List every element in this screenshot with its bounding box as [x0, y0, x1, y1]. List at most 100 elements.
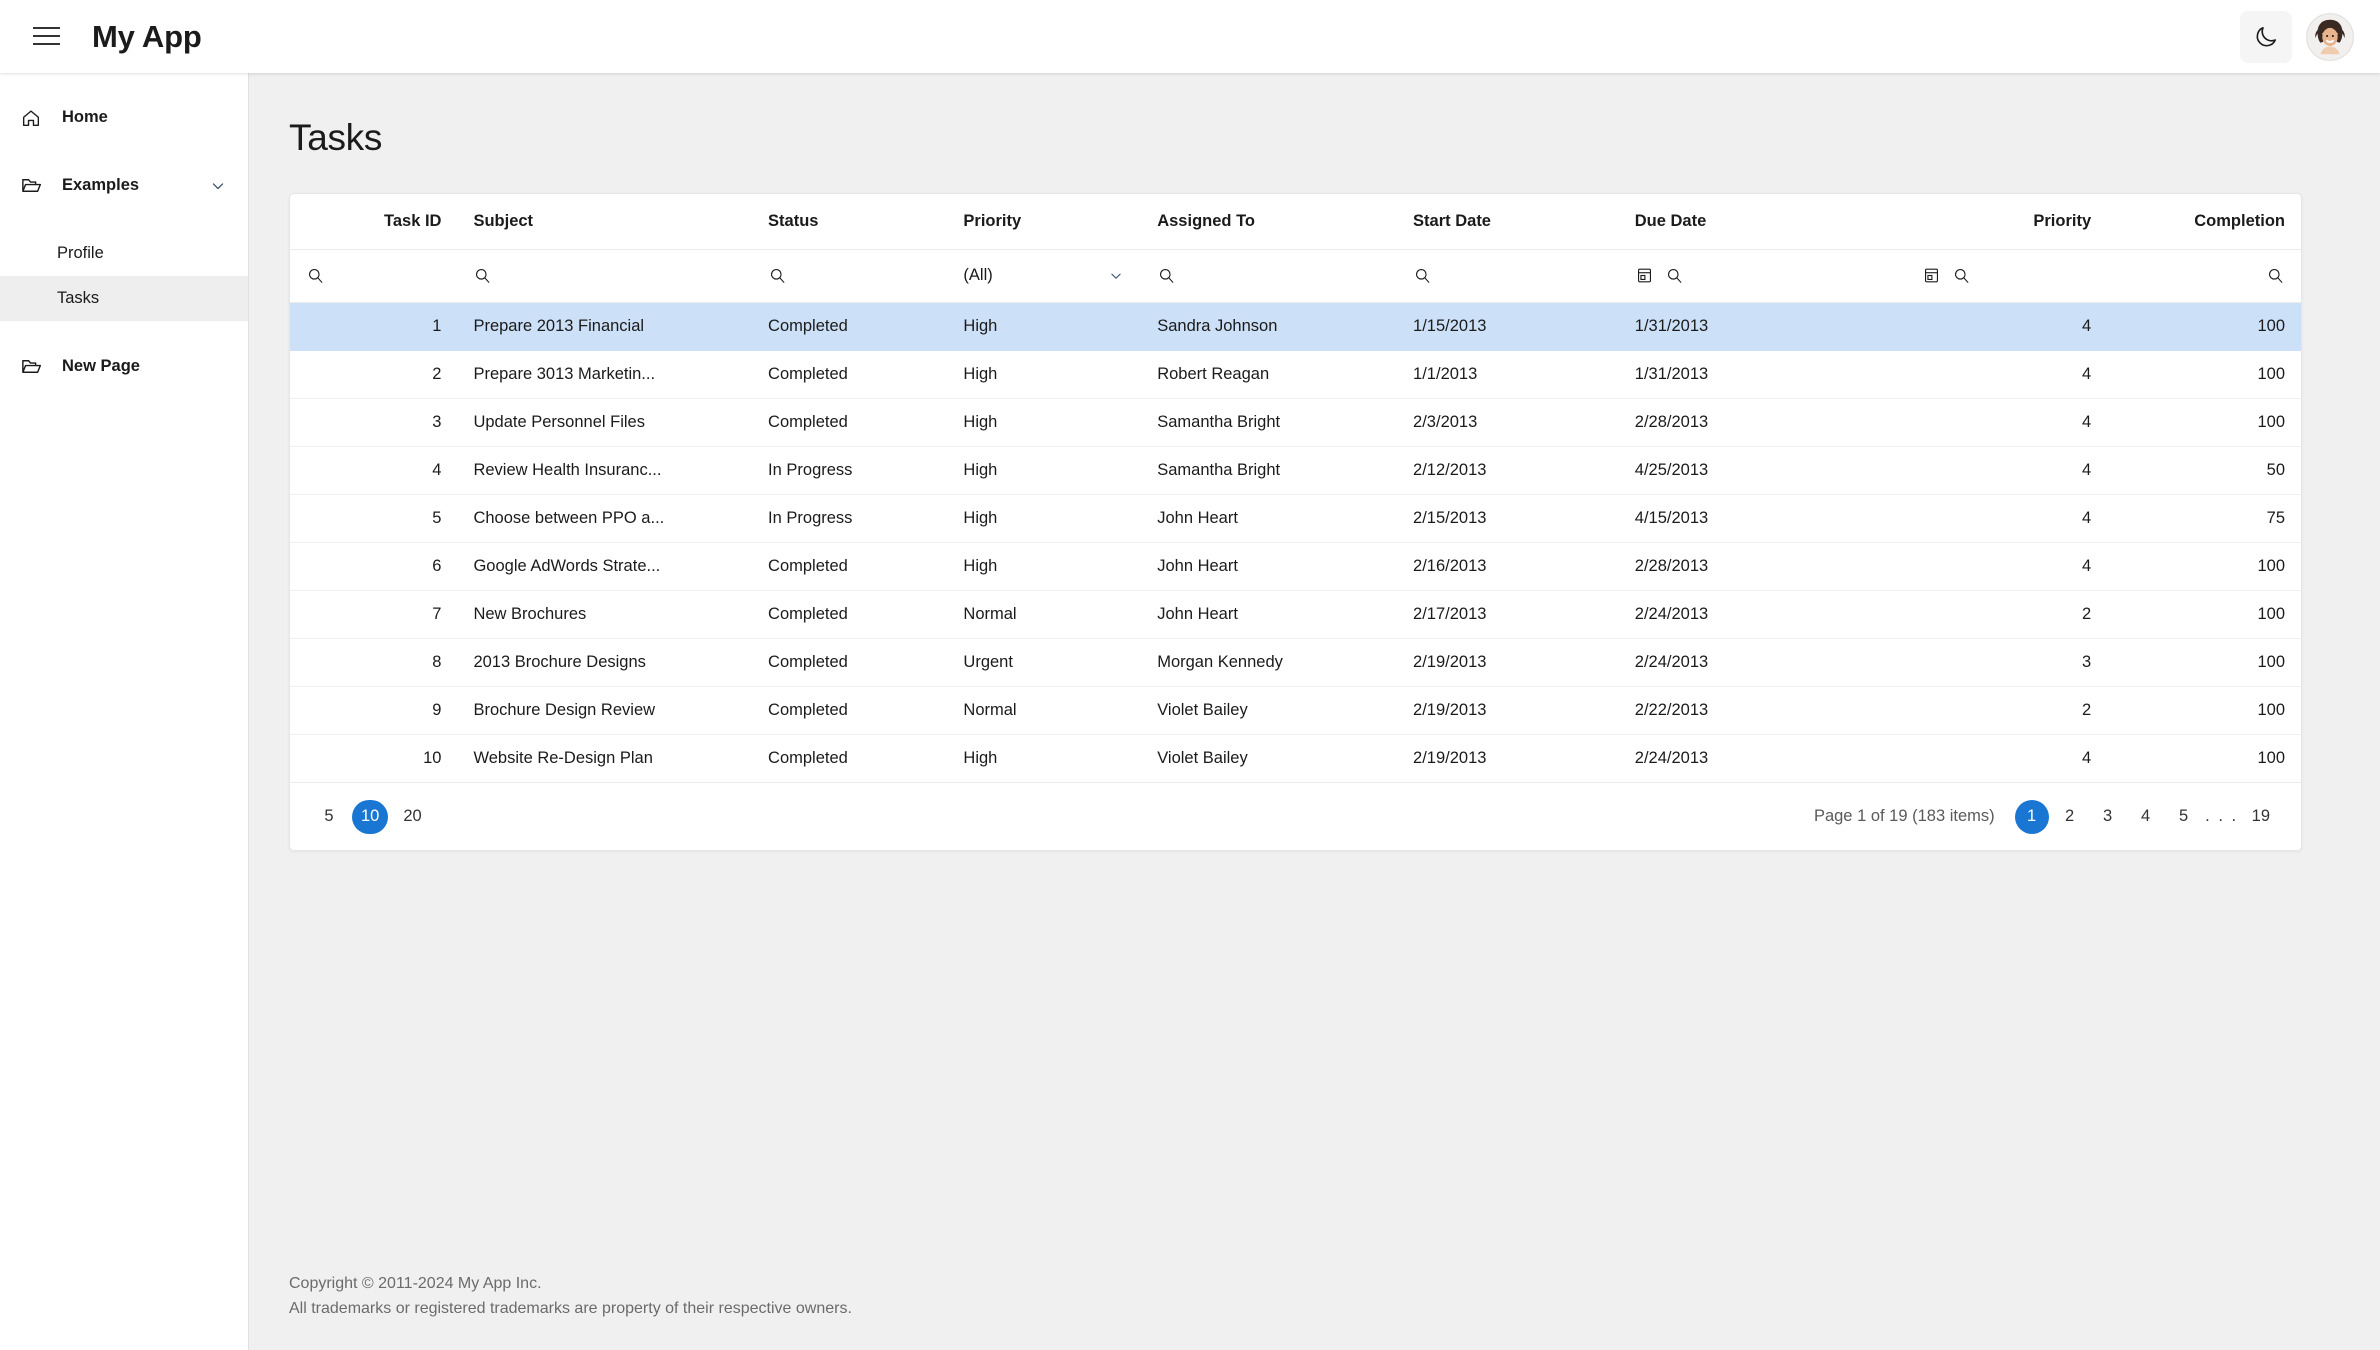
sidebar-item-label: Examples — [62, 176, 140, 194]
cell-task-id: 5 — [290, 494, 458, 543]
column-header-priority-num[interactable]: Priority — [1905, 194, 2108, 250]
page-size-5[interactable]: 5 — [312, 800, 346, 834]
page-number-4[interactable]: 4 — [2129, 800, 2163, 834]
filter-cell-status[interactable] — [752, 249, 948, 303]
grid-header: Task ID Subject Status Priority Assigned… — [290, 194, 2301, 250]
cell-priority: High — [947, 350, 1142, 399]
sidebar-item-profile[interactable]: Profile — [0, 231, 248, 276]
cell-due-date: 2/22/2013 — [1618, 686, 1906, 735]
priority-filter-select[interactable]: (All) — [963, 266, 1125, 285]
cell-status: In Progress — [752, 446, 948, 495]
column-header-task-id[interactable]: Task ID — [290, 194, 458, 250]
cell-task-id: 4 — [290, 446, 458, 495]
column-header-due-date[interactable]: Due Date — [1618, 194, 1906, 250]
sidebar-item-new-page[interactable]: New Page — [0, 344, 248, 389]
chevron-down-icon[interactable] — [208, 176, 228, 196]
page-size-10[interactable]: 10 — [352, 799, 389, 834]
calendar-icon[interactable] — [1635, 266, 1654, 285]
cell-due-date: 2/28/2013 — [1618, 398, 1906, 447]
page-ellipsis[interactable]: . . . — [2205, 800, 2239, 834]
cell-completion: 100 — [2107, 638, 2301, 687]
table-row[interactable]: 6 Google AdWords Strate... Completed Hig… — [290, 542, 2301, 591]
cell-subject: Google AdWords Strate... — [457, 542, 753, 591]
search-icon[interactable] — [768, 266, 787, 285]
app-title: My App — [92, 18, 202, 54]
user-avatar[interactable] — [2306, 12, 2354, 61]
filter-cell-subject[interactable] — [457, 249, 753, 303]
table-row[interactable]: 5 Choose between PPO a... In Progress Hi… — [290, 494, 2301, 543]
page-number-2[interactable]: 2 — [2053, 800, 2087, 834]
table-row[interactable]: 4 Review Health Insuranc... In Progress … — [290, 446, 2301, 495]
cell-priority-num: 4 — [1905, 494, 2108, 543]
table-row[interactable]: 9 Brochure Design Review Completed Norma… — [290, 686, 2301, 735]
search-icon[interactable] — [2266, 266, 2285, 285]
table-row[interactable]: 1 Prepare 2013 Financial Completed High … — [290, 302, 2301, 351]
search-icon[interactable] — [306, 266, 325, 285]
cell-completion: 100 — [2107, 542, 2301, 591]
sidebar-item-label: New Page — [62, 357, 140, 375]
table-row[interactable]: 2 Prepare 3013 Marketin... Completed Hig… — [290, 350, 2301, 399]
table-row[interactable]: 10 Website Re-Design Plan Completed High… — [290, 734, 2301, 782]
cell-priority: Urgent — [947, 638, 1142, 687]
cell-completion: 75 — [2107, 494, 2301, 543]
cell-task-id: 8 — [290, 638, 458, 687]
page-number-3[interactable]: 3 — [2091, 800, 2125, 834]
page-number-1[interactable]: 1 — [2014, 799, 2049, 834]
filter-cell-due-date-picker[interactable] — [1905, 249, 2108, 303]
filter-cell-assigned-to[interactable] — [1141, 249, 1398, 303]
cell-priority: Normal — [947, 686, 1142, 735]
avatar-image — [2307, 13, 2353, 60]
calendar-icon[interactable] — [1922, 266, 1941, 285]
filter-cell-start-date[interactable] — [1397, 249, 1619, 303]
table-row[interactable]: 8 2013 Brochure Designs Completed Urgent… — [290, 638, 2301, 687]
sidebar-item-label: Profile — [57, 244, 104, 262]
search-icon[interactable] — [1157, 266, 1176, 285]
column-header-priority[interactable]: Priority — [947, 194, 1142, 250]
cell-priority: High — [947, 302, 1142, 351]
filter-cell-task-id[interactable] — [290, 249, 458, 303]
hamburger-menu-button[interactable] — [22, 13, 70, 61]
priority-filter-value: (All) — [963, 266, 993, 284]
cell-priority: High — [963, 748, 998, 767]
table-row[interactable]: 3 Update Personnel Files Completed High … — [290, 398, 2301, 447]
search-icon[interactable] — [1952, 266, 1971, 285]
table-row[interactable]: 7 New Brochures Completed Normal John He… — [290, 590, 2301, 639]
page-number-19[interactable]: 19 — [2243, 800, 2279, 834]
cell-task-id: 2 — [290, 350, 458, 399]
column-header-status[interactable]: Status — [752, 194, 948, 250]
sidebar-item-tasks[interactable]: Tasks — [0, 276, 248, 321]
cell-due-date: 2/28/2013 — [1618, 542, 1906, 591]
theme-toggle-button[interactable] — [2240, 10, 2292, 63]
app-header: My App — [0, 0, 2380, 73]
cell-subject: Update Personnel Files — [457, 398, 753, 447]
page-info-label: Page 1 of 19 (183 items) — [1813, 807, 1995, 825]
cell-start-date: 2/19/2013 — [1397, 686, 1619, 735]
cell-priority-num: 2 — [1905, 590, 2108, 639]
cell-completion: 100 — [2107, 686, 2301, 735]
sidebar-item-home[interactable]: Home — [0, 95, 248, 140]
cell-assigned-to: Sandra Johnson — [1141, 302, 1398, 351]
cell-priority-num: 3 — [1905, 638, 2108, 687]
column-header-subject[interactable]: Subject — [457, 194, 753, 250]
sidebar-item-examples[interactable]: Examples — [0, 163, 248, 208]
grid-header-row: Task ID Subject Status Priority Assigned… — [290, 194, 2301, 250]
column-header-start-date[interactable]: Start Date — [1397, 194, 1619, 250]
filter-cell-completion[interactable] — [2107, 249, 2301, 303]
cell-assigned-to: Samantha Bright — [1141, 446, 1398, 495]
filter-cell-priority[interactable]: (All) — [947, 249, 1142, 303]
filter-cell-start-date-picker[interactable] — [1618, 249, 1906, 303]
cell-subject: 2013 Brochure Designs — [457, 638, 753, 687]
page-number-5[interactable]: 5 — [2167, 800, 2201, 834]
page-size-20[interactable]: 20 — [394, 800, 430, 834]
search-icon[interactable] — [1665, 266, 1684, 285]
grid-filter-row: (All) — [290, 249, 2301, 303]
sidebar-item-label: Home — [62, 108, 108, 126]
chevron-down-icon[interactable] — [1107, 267, 1125, 285]
column-header-assigned-to[interactable]: Assigned To — [1141, 194, 1398, 250]
search-icon[interactable] — [473, 266, 492, 285]
search-icon[interactable] — [1413, 266, 1432, 285]
cell-priority-num: 4 — [1905, 302, 2108, 351]
cell-assigned-to: Samantha Bright — [1141, 398, 1398, 447]
column-header-completion[interactable]: Completion — [2107, 194, 2301, 250]
cell-priority-num: 4 — [1905, 542, 2108, 591]
